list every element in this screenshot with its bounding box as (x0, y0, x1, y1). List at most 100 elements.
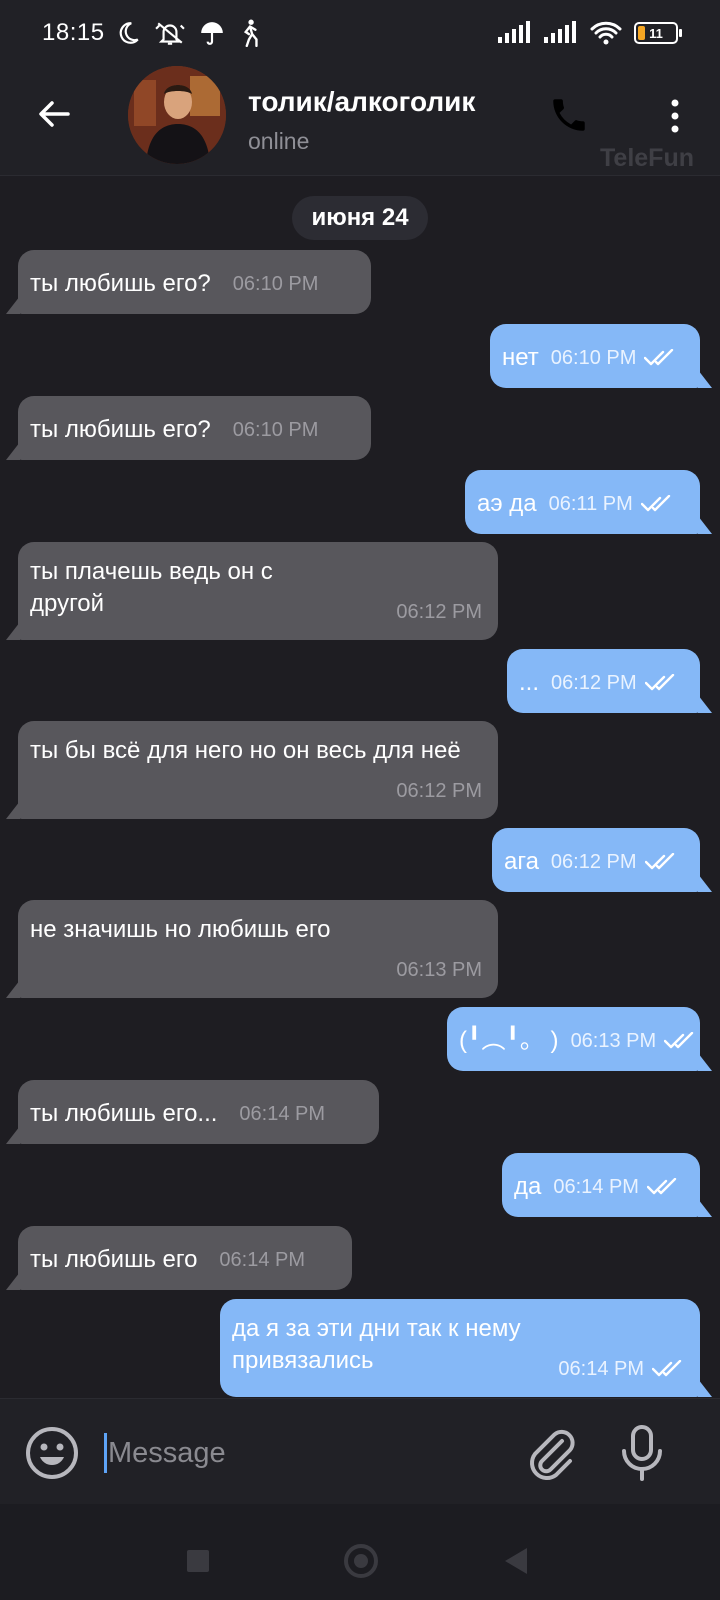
status-icons-left (115, 18, 261, 48)
message-text: ага (504, 848, 539, 875)
message-outgoing[interactable]: ... 06:12 PM (507, 649, 712, 713)
message-meta: 06:10 PM (233, 414, 319, 446)
chat-header: толик/алкоголик online TeleFun (0, 66, 720, 176)
message-incoming[interactable]: ты бы всё для него но он весь для неё 06… (6, 721, 498, 819)
double-check-icon (644, 349, 674, 366)
moon-icon (115, 18, 141, 48)
message-outgoing[interactable]: нет 06:10 PM (490, 324, 712, 388)
double-check-icon (652, 1360, 682, 1377)
more-vertical-icon (671, 99, 679, 133)
message-meta: 06:13 PM (396, 954, 482, 986)
message-time: 06:10 PM (550, 347, 637, 369)
message-outgoing[interactable]: ага 06:12 PM (492, 828, 712, 892)
message-text: ты любишь его... (30, 1100, 218, 1127)
message-time: 06:13 PM (570, 1030, 657, 1052)
bell-off-icon (154, 18, 185, 48)
voice-record-button[interactable] (616, 1423, 668, 1483)
smiley-icon (26, 1427, 78, 1479)
back-button[interactable] (34, 94, 74, 134)
signal-icon (498, 18, 532, 48)
navigation-bar (0, 1504, 720, 1600)
paperclip-icon (530, 1429, 575, 1480)
message-text: да я за эти дни так к нему привязались (232, 1315, 521, 1374)
message-text: ты любишь его? (30, 416, 211, 443)
message-meta: 06:11 PM (549, 488, 673, 520)
message-text: не значишь но любишь его (30, 916, 331, 943)
message-meta: 06:10 PM (233, 268, 319, 300)
message-meta: 06:10 PM (551, 342, 677, 374)
message-outgoing[interactable]: аэ да 06:11 PM (465, 470, 712, 534)
home-button[interactable] (344, 1544, 378, 1578)
double-check-icon (644, 674, 674, 691)
double-check-icon (664, 1032, 694, 1049)
message-meta: 06:12 PM (551, 667, 677, 699)
system-back-button[interactable] (505, 1548, 527, 1574)
message-outgoing[interactable]: (╹︵╹。 ) 06:13 PM (447, 1007, 712, 1071)
message-outgoing[interactable]: да 06:14 PM (502, 1153, 712, 1217)
arrow-left-icon (39, 101, 70, 127)
wifi-icon (590, 18, 622, 48)
battery-icon: 11 (634, 22, 682, 44)
walking-icon (239, 18, 261, 48)
message-time: 06:14 PM (558, 1358, 644, 1380)
message-meta: 06:14 PM (558, 1353, 684, 1385)
message-meta: 06:14 PM (239, 1098, 325, 1130)
chat-status: online (248, 128, 310, 154)
status-time: 18:15 (42, 19, 105, 46)
message-time: 06:14 PM (219, 1249, 306, 1271)
double-check-icon (646, 1178, 677, 1195)
home-button-dot (354, 1554, 368, 1568)
avatar[interactable] (128, 66, 226, 164)
message-time: 06:10 PM (232, 419, 319, 441)
call-button[interactable] (548, 94, 590, 136)
message-incoming[interactable]: ты любишь его? 06:10 PM (6, 396, 371, 460)
message-meta: 06:14 PM (553, 1171, 679, 1203)
message-input[interactable] (108, 1429, 488, 1477)
message-incoming[interactable]: ты любишь его... 06:14 PM (6, 1080, 379, 1144)
phone-icon (553, 99, 585, 131)
message-time: 06:10 PM (232, 273, 319, 295)
more-menu-button[interactable] (660, 96, 690, 136)
message-text: нет (502, 344, 539, 371)
message-incoming[interactable]: не значишь но любишь его 06:13 PM (6, 900, 498, 998)
message-text: ты любишь его? (30, 270, 211, 297)
avatar-image (128, 66, 226, 164)
status-icons-right: 11 (498, 18, 682, 48)
text-cursor (104, 1433, 107, 1473)
message-time: 06:12 PM (396, 780, 482, 802)
message-meta: 06:12 PM (551, 846, 677, 878)
message-meta: 06:13 PM (571, 1025, 697, 1057)
date-separator: июня 24 (292, 196, 428, 240)
message-meta: 06:12 PM (396, 596, 482, 628)
chat-title[interactable]: толик/алкоголик (248, 86, 475, 118)
message-outgoing[interactable]: да я за эти дни так к нему привязались 0… (220, 1299, 712, 1397)
message-time: 06:12 PM (551, 672, 637, 694)
message-time: 06:11 PM (548, 493, 633, 515)
message-text: ты плачешь ведь он с другой (30, 558, 273, 617)
watermark: TeleFun (600, 144, 694, 172)
message-meta: 06:14 PM (219, 1244, 305, 1276)
message-input-bar (0, 1398, 720, 1504)
status-bar: 18:15 11 (0, 0, 720, 66)
message-text: аэ да (477, 490, 537, 517)
recents-button[interactable] (187, 1550, 209, 1572)
emoji-button[interactable] (24, 1425, 80, 1481)
microphone-icon (622, 1425, 662, 1481)
message-time: 06:12 PM (396, 601, 482, 623)
message-time: 06:13 PM (396, 959, 482, 981)
message-time: 06:14 PM (553, 1176, 639, 1198)
battery-level: 11 (649, 25, 663, 41)
message-time: 06:14 PM (239, 1103, 326, 1125)
signal-icon (544, 18, 578, 48)
message-incoming[interactable]: ты любишь его? 06:10 PM (6, 250, 371, 314)
message-incoming[interactable]: ты любишь его 06:14 PM (6, 1226, 352, 1290)
umbrella-icon (199, 18, 225, 48)
message-text: ты бы всё для него но он весь для неё (30, 737, 461, 764)
message-time: 06:12 PM (550, 851, 637, 873)
message-text: да (514, 1173, 542, 1200)
double-check-icon (640, 495, 670, 512)
attach-button[interactable] (524, 1425, 580, 1481)
double-check-icon (644, 853, 674, 870)
message-text: ты любишь его (30, 1246, 198, 1273)
message-incoming[interactable]: ты плачешь ведь он с другой 06:12 PM (6, 542, 498, 640)
